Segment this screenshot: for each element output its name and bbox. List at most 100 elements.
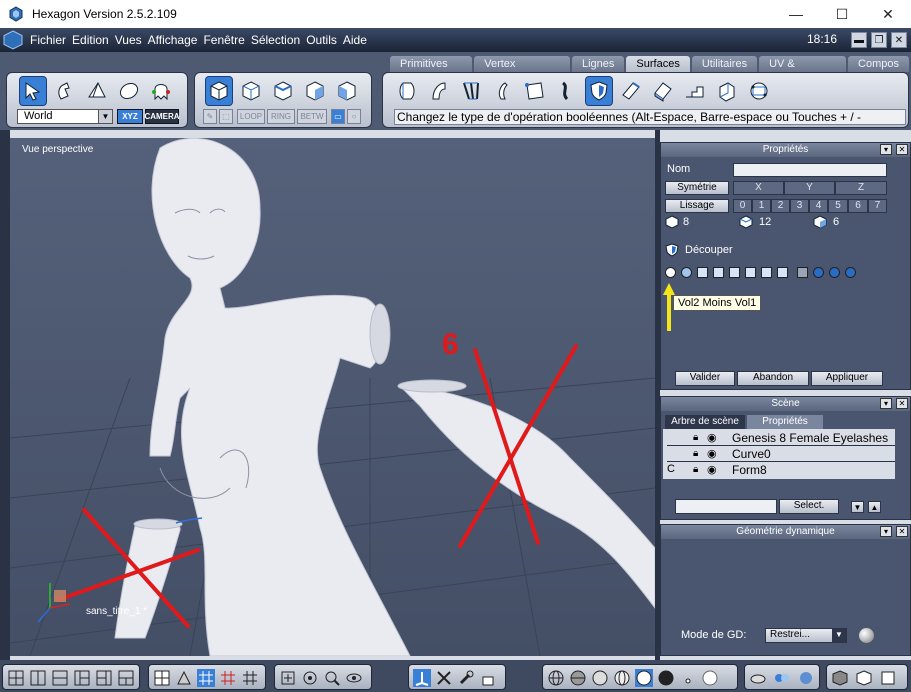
bool-option-6[interactable]	[745, 267, 756, 278]
bool-option-7[interactable]	[761, 267, 772, 278]
tree-row[interactable]: C 🔒︎ ◉ Form8	[665, 463, 897, 477]
lissage-level-4[interactable]: 4	[809, 199, 828, 213]
app-close-button[interactable]: ✕	[891, 32, 907, 48]
menu-fenetre[interactable]: Fenêtre	[203, 33, 244, 47]
abandon-button[interactable]: Abandon	[737, 371, 809, 386]
lissage-level-6[interactable]: 6	[848, 199, 868, 213]
menu-edition[interactable]: Edition	[72, 33, 109, 47]
tab-vertex-modeling[interactable]: Vertex modeling	[474, 56, 570, 86]
pan-view-icon[interactable]	[301, 669, 319, 687]
tab-compos[interactable]: Compos	[848, 56, 909, 72]
xyz-toggle[interactable]: XYZ	[117, 109, 143, 124]
perspective-viewport[interactable]: Vue perspective 6 sans_titre_1 *	[10, 138, 655, 656]
maximize-button[interactable]: ☐	[819, 0, 865, 28]
surface-tool-4[interactable]	[489, 76, 517, 106]
grid-toggle-icon[interactable]	[241, 669, 259, 687]
scroll-down-icon[interactable]: ▼	[851, 501, 864, 513]
app-restore-button[interactable]: ❐	[871, 32, 887, 48]
lissage-level-0[interactable]: 0	[733, 199, 752, 213]
tree-row[interactable]: 🔒︎ ◉ Curve0	[665, 447, 897, 461]
tools-icon[interactable]	[435, 669, 453, 687]
bool-option-8[interactable]	[777, 267, 788, 278]
close-panel-icon[interactable]: ✕	[896, 144, 908, 155]
surface-tool-10[interactable]	[681, 76, 709, 106]
eye-view-icon[interactable]	[345, 669, 363, 687]
between-button[interactable]: BETW	[297, 109, 327, 124]
nom-input[interactable]	[733, 163, 887, 177]
small-sphere-icon[interactable]	[679, 669, 697, 687]
bool-option-3[interactable]	[697, 267, 708, 278]
grid-red-icon[interactable]	[219, 669, 237, 687]
bool-option-10[interactable]	[813, 267, 824, 278]
menu-vues[interactable]: Vues	[115, 33, 142, 47]
menu-affichage[interactable]: Affichage	[148, 33, 198, 47]
object-mode-button[interactable]	[205, 76, 233, 106]
loop-button[interactable]: LOOP	[237, 109, 265, 124]
surface-tool-12[interactable]	[745, 76, 773, 106]
face-mode-button[interactable]	[301, 76, 329, 106]
white-sphere-icon[interactable]	[701, 669, 719, 687]
coord-system-select[interactable]: World ▼	[17, 109, 113, 124]
render-preview-icon[interactable]	[855, 669, 873, 687]
collapse-icon[interactable]: ▾	[880, 144, 892, 155]
close-panel-icon[interactable]: ✕	[896, 526, 908, 537]
wireframe-sphere-icon[interactable]	[547, 669, 565, 687]
render-cube-icon[interactable]	[831, 669, 849, 687]
collapse-icon[interactable]: ▾	[880, 398, 892, 409]
bool-option-2[interactable]	[681, 267, 692, 278]
layout-single-icon[interactable]	[7, 669, 25, 687]
smooth-sphere-icon[interactable]	[591, 669, 609, 687]
menu-aide[interactable]: Aide	[343, 33, 367, 47]
tab-surfaces[interactable]: Surfaces	[626, 56, 690, 72]
visibility-eye-icon[interactable]: ◉	[707, 463, 717, 476]
layout-split-h-icon[interactable]	[73, 669, 91, 687]
left-panel-strip[interactable]	[0, 130, 10, 660]
lissage-level-2[interactable]: 2	[771, 199, 790, 213]
rect-select-icon[interactable]: ▭	[331, 109, 345, 124]
scroll-up-icon[interactable]: ▲	[868, 501, 881, 513]
lissage-level-5[interactable]: 5	[828, 199, 848, 213]
ring-button[interactable]: RING	[267, 109, 295, 124]
edge-mode-button[interactable]	[269, 76, 297, 106]
smooth-wire-sphere-icon[interactable]	[613, 669, 631, 687]
lissage-button[interactable]: Lissage	[665, 199, 729, 213]
sym-x-toggle[interactable]: X	[733, 181, 784, 195]
texture-icon[interactable]	[797, 669, 815, 687]
circle-select-icon[interactable]: ○	[347, 109, 361, 124]
tab-primitives-3d[interactable]: Primitives 3D	[390, 56, 473, 86]
scale-tool-button[interactable]	[115, 76, 143, 106]
auto-mode-button[interactable]	[333, 76, 361, 106]
grid-blue-icon[interactable]	[197, 669, 215, 687]
menu-selection[interactable]: Sélection	[251, 33, 300, 47]
wrench-icon[interactable]	[457, 669, 475, 687]
surface-tool-9[interactable]	[649, 76, 677, 106]
layout-split-v-icon[interactable]	[51, 669, 69, 687]
bool-option-4[interactable]	[713, 267, 724, 278]
scene-filter-input[interactable]	[675, 499, 777, 514]
menu-fichier[interactable]: Fichier	[30, 33, 66, 47]
bool-option-9[interactable]	[797, 267, 808, 278]
gd-mode-select[interactable]: Restrei... ▼	[765, 628, 847, 643]
bool-option-5[interactable]	[729, 267, 740, 278]
close-window-button[interactable]: ✕	[865, 0, 911, 28]
bool-option-11[interactable]	[829, 267, 840, 278]
lock-icon[interactable]: 🔒︎	[693, 432, 698, 443]
surface-tool-6[interactable]	[553, 76, 581, 106]
gd-sphere-icon[interactable]	[859, 628, 874, 643]
select-button[interactable]: Select.	[779, 499, 839, 514]
surface-tool-8[interactable]	[617, 76, 645, 106]
layout-three-icon[interactable]	[95, 669, 113, 687]
sym-y-toggle[interactable]: Y	[784, 181, 835, 195]
select-tool-button[interactable]	[19, 76, 47, 106]
surface-tool-11[interactable]	[713, 76, 741, 106]
surface-tool-2[interactable]	[425, 76, 453, 106]
surface-tool-3[interactable]	[457, 76, 485, 106]
universal-tool-button[interactable]	[147, 76, 175, 106]
layout-quad-icon[interactable]	[29, 669, 47, 687]
tab-lignes[interactable]: Lignes	[572, 56, 625, 72]
tab-scene-properties[interactable]: Propriétés	[747, 415, 823, 429]
surface-tool-5[interactable]	[521, 76, 549, 106]
lamp-icon[interactable]	[749, 669, 767, 687]
tab-uv-peinture[interactable]: UV & Peinture	[759, 56, 847, 86]
tree-row[interactable]: 🔒︎ ◉ Genesis 8 Female Eyelashes	[665, 431, 897, 445]
